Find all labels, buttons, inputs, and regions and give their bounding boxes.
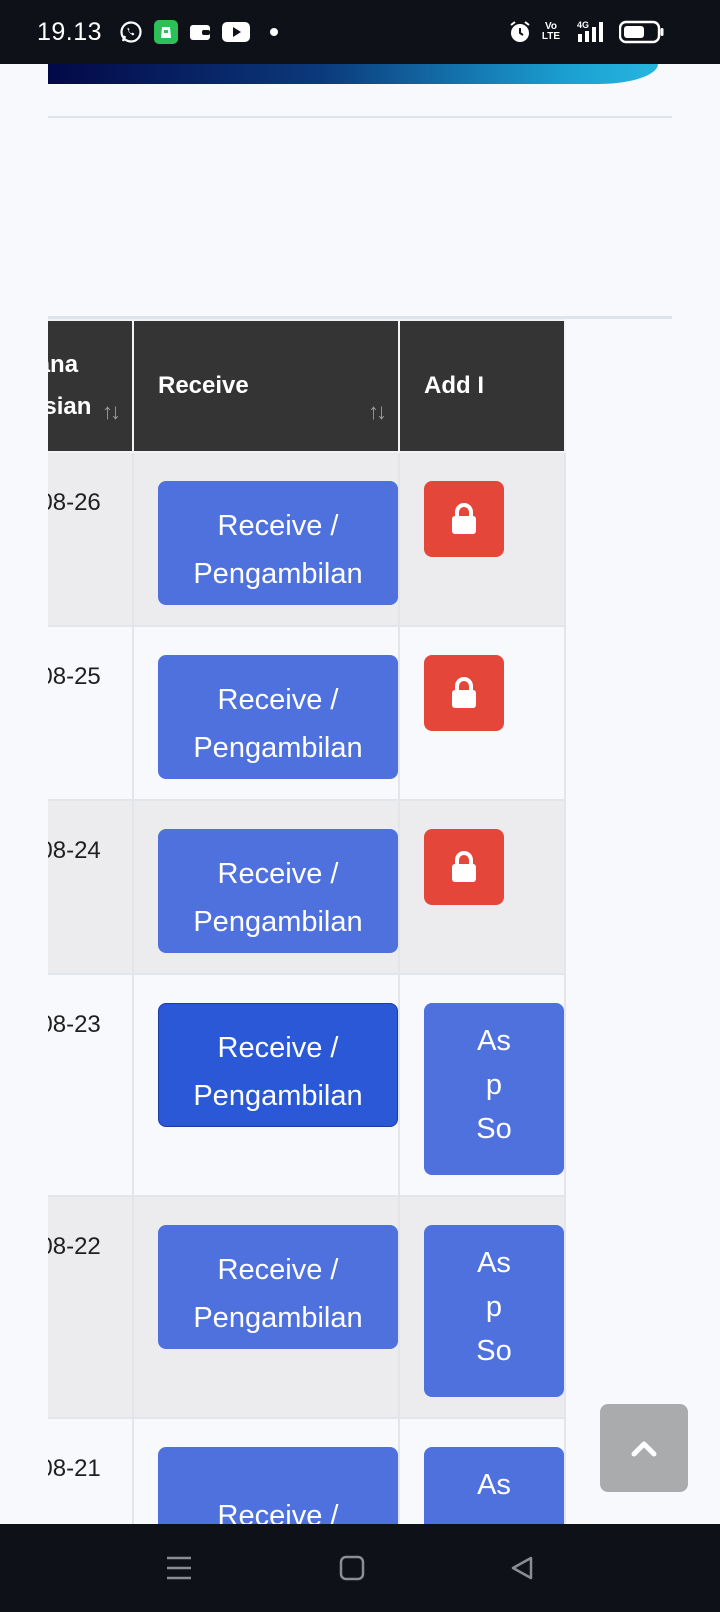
table-cell: Receive / Pengambilan: [132, 451, 400, 627]
youtube-icon: [222, 20, 250, 44]
assign-button[interactable]: As: [424, 1447, 564, 1524]
receive-button-label: Pengambilan: [193, 1302, 363, 1334]
signal-4g-icon: 4G: [576, 20, 608, 44]
volte-icon: Vo LTE: [541, 20, 561, 44]
whatsapp-icon: [119, 20, 143, 44]
svg-text:4G: 4G: [577, 20, 589, 30]
receive-button[interactable]: Receive / Pengambilan: [158, 481, 398, 605]
table-cell-date: 2024-08-23: [48, 973, 134, 1197]
column-header-receive[interactable]: Receive ↑↓: [132, 319, 400, 453]
column-header-add[interactable]: Add I: [398, 319, 566, 453]
alarm-icon: [507, 20, 533, 44]
wallet-icon: [188, 20, 212, 44]
lock-icon: [452, 503, 476, 534]
table-cell: As: [398, 1417, 566, 1524]
column-header-rencana[interactable]: Rencana Pengisian ↑↓: [48, 319, 134, 453]
column-header-label: Rencana Pengisian: [48, 351, 92, 420]
column-header-label: Receive: [158, 372, 249, 399]
menu-nav-button[interactable]: [163, 1552, 195, 1584]
receive-button-label: Pengambilan: [193, 732, 363, 764]
column-header-label: Add I: [424, 372, 484, 399]
menu-icon: [167, 1556, 191, 1580]
header-banner: [48, 64, 658, 84]
lock-icon: [452, 677, 476, 708]
table-row: 0 2024-08-24 Receive / Pengambilan: [48, 799, 566, 975]
table-cell: [398, 799, 566, 975]
receive-button-label: Receive /: [217, 684, 339, 716]
receive-button[interactable]: Receive / Pengambilan: [158, 1225, 398, 1349]
table-row: 0 2024-08-21 Receive / As: [48, 1417, 566, 1524]
chevron-up-icon: [631, 1441, 657, 1457]
assign-button-label: As: [477, 1247, 511, 1279]
table-cell-date: 2024-08-24: [48, 799, 134, 975]
table-cell: Receive /: [132, 1417, 400, 1524]
assign-button[interactable]: As p So: [424, 1225, 564, 1397]
lock-button[interactable]: [424, 655, 504, 731]
table-cell: Receive / Pengambilan: [132, 973, 400, 1197]
receive-button-label: Pengambilan: [193, 906, 363, 938]
status-bar: 19.13 Vo LTE 4G: [0, 0, 720, 64]
table-cell: [398, 625, 566, 801]
receive-button-label: Receive /: [217, 1032, 339, 1064]
sort-icon[interactable]: ↑↓: [102, 391, 121, 433]
sort-icon[interactable]: ↑↓: [368, 391, 387, 433]
assign-button-label: As: [477, 1469, 511, 1501]
table-cell-date: 2024-08-26: [48, 451, 134, 627]
shop-icon: [154, 20, 178, 44]
receive-button[interactable]: Receive / Pengambilan: [158, 655, 398, 779]
home-square-icon: [339, 1555, 365, 1581]
table-cell: As p So: [398, 1195, 566, 1419]
receive-button-label: Receive /: [217, 1254, 339, 1286]
table-cell: Receive / Pengambilan: [132, 625, 400, 801]
table-row: 0 2024-08-22 Receive / Pengambilan As p …: [48, 1195, 566, 1419]
receive-button[interactable]: Receive / Pengambilan: [158, 1003, 398, 1127]
receive-button[interactable]: Receive / Pengambilan: [158, 829, 398, 953]
table-cell-date: 2024-08-22: [48, 1195, 134, 1419]
table-row: 0 2024-08-26 Receive / Pengambilan: [48, 451, 566, 627]
table-row: 0 2024-08-23 Receive / Pengambilan As p …: [48, 973, 566, 1197]
home-nav-button[interactable]: [336, 1552, 368, 1584]
table-cell-date: 2024-08-21: [48, 1417, 134, 1524]
receive-button-label: Receive /: [217, 858, 339, 890]
receive-button-label: Receive /: [217, 510, 339, 542]
receive-button[interactable]: Receive /: [158, 1447, 398, 1524]
scroll-to-top-button[interactable]: [600, 1404, 688, 1492]
receive-button-label: Pengambilan: [193, 558, 363, 590]
assign-button[interactable]: As p So: [424, 1003, 564, 1175]
battery-icon: [619, 20, 665, 44]
receive-button-label: Receive /: [217, 1500, 339, 1524]
page-content: ↑↓ Rencana Pengisian ↑↓ Receive ↑↓ Add I…: [48, 64, 672, 1524]
table-header-row: ↑↓ Rencana Pengisian ↑↓ Receive ↑↓ Add I: [48, 319, 566, 453]
lock-icon: [452, 851, 476, 882]
receive-button-label: Pengambilan: [193, 1080, 363, 1112]
back-nav-button[interactable]: [506, 1552, 538, 1584]
volte-bottom-text: LTE: [541, 31, 561, 42]
table-row: 0 2024-08-25 Receive / Pengambilan: [48, 625, 566, 801]
table-cell: [398, 451, 566, 627]
system-nav-bar: [0, 1524, 720, 1612]
assign-button-label: p: [485, 1069, 503, 1101]
back-triangle-icon: [511, 1556, 533, 1580]
lock-button[interactable]: [424, 829, 504, 905]
assign-button-label: As: [477, 1025, 511, 1057]
status-time: 19.13: [37, 18, 103, 46]
divider: [48, 116, 672, 118]
assign-button-label: So: [476, 1335, 512, 1367]
table-cell: Receive / Pengambilan: [132, 1195, 400, 1419]
data-table: ↑↓ Rencana Pengisian ↑↓ Receive ↑↓ Add I…: [48, 319, 566, 1524]
table-cell-date: 2024-08-25: [48, 625, 134, 801]
notification-dot-icon: [270, 28, 278, 36]
assign-button-label: So: [476, 1113, 512, 1145]
lock-button[interactable]: [424, 481, 504, 557]
table-cell: As p So: [398, 973, 566, 1197]
assign-button-label: p: [485, 1291, 503, 1323]
table-cell: Receive / Pengambilan: [132, 799, 400, 975]
